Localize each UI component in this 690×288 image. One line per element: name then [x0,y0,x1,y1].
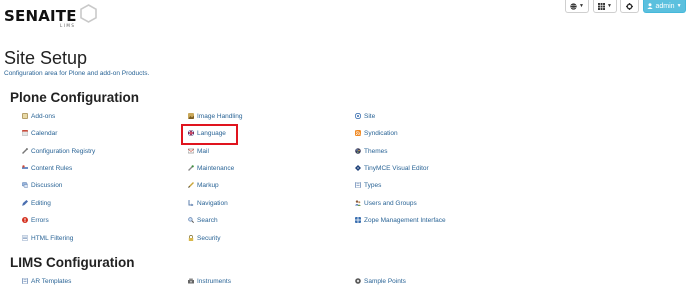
senaite-logo[interactable]: SENAITE LIMS [4,3,97,28]
control-panel-label: Add-ons [31,112,56,120]
control-panel-label: Sample Points [364,277,406,285]
control-panel-link-html-filtering[interactable]: HTML Filtering [22,233,73,243]
control-panel-link-image-handling[interactable]: Image Handling [188,111,243,121]
site-icon [355,113,361,119]
control-panel-label: Instruments [197,277,231,285]
search-icon [188,217,194,223]
chevron-down-icon: ▼ [579,3,584,9]
control-panel-label: TinyMCE Visual Editor [364,164,429,172]
control-panel-label: Image Handling [197,112,243,120]
control-panel-label: Navigation [197,199,228,207]
control-panel-link-search[interactable]: Search [188,215,218,225]
mail-icon [188,148,194,154]
user-menu-button[interactable]: admin ▼ [643,0,686,13]
instruments-icon [188,278,194,284]
top-bar: SENAITE LIMS ▼ ▼ admin ▼ [0,0,690,34]
settings-button[interactable] [620,0,639,13]
page-title: Site Setup [4,48,88,68]
section-title-plone: Plone Configuration [10,90,139,105]
addons-icon [22,113,28,119]
control-panel-label: Errors [31,216,49,224]
control-panel-link-discussion[interactable]: Discussion [22,180,62,190]
chevron-down-icon: ▼ [676,3,682,9]
hexagon-logo-icon [79,4,97,23]
control-panel-link-site[interactable]: Site [355,111,375,121]
control-panel-label: Types [364,181,382,189]
markup-icon [188,182,194,188]
control-panel-link-navigation[interactable]: Navigation [188,198,228,208]
types-icon [355,182,361,188]
themes-icon [355,148,361,154]
control-panel-label: HTML Filtering [31,234,74,242]
ar-templates-icon [22,278,28,284]
users-icon [355,200,361,206]
control-panel-link-editing[interactable]: Editing [22,198,51,208]
control-panel-label: Discussion [31,181,63,189]
control-panel-link-instruments[interactable]: Instruments [188,276,231,286]
control-panel-link-addons[interactable]: Add-ons [22,111,55,121]
language-menu-button[interactable]: ▼ [565,0,589,13]
control-panel-label: Search [197,216,218,224]
errors-icon [22,217,28,223]
control-panel-label: Calendar [31,129,58,137]
logo-subtext: LIMS [60,23,76,28]
highlight-box [181,124,238,145]
navigation-icon [188,200,194,206]
control-panel-link-mail[interactable]: Mail [188,146,209,156]
control-panel-link-calendar[interactable]: Calendar [22,128,57,138]
control-panel-link-markup[interactable]: Markup [188,180,219,190]
control-panel-label: Site [364,112,376,120]
control-panel-link-types[interactable]: Types [355,180,381,190]
control-panel-label: Editing [31,199,51,207]
page-description: Configuration area for Plone and add-on … [4,70,150,77]
control-panel-link-tinymce[interactable]: TinyMCE Visual Editor [355,163,429,173]
control-panel-label: AR Templates [31,277,72,285]
wrench-icon [22,148,28,154]
zope-icon [355,217,361,223]
user-icon [647,3,654,9]
sample-points-icon [355,278,361,284]
chevron-down-icon: ▼ [607,3,612,9]
control-panel-link-themes[interactable]: Themes [355,146,387,156]
control-panel-link-maintenance[interactable]: Maintenance [188,163,234,173]
maintenance-icon [188,165,194,171]
control-panel-link-content-rules[interactable]: Content Rules [22,163,72,173]
control-panel-link-security[interactable]: Security [188,233,220,243]
apps-menu-button[interactable]: ▼ [593,0,617,13]
section-title-lims: LIMS Configuration [10,255,135,270]
control-panel-label: Users and Groups [364,199,417,207]
image-icon [188,113,194,119]
control-panel-link-zope-management[interactable]: Zope Management Interface [355,215,446,225]
control-panel-label: Syndication [364,129,398,137]
editing-icon [22,200,28,206]
tinymce-icon [355,165,361,171]
control-panel-label: Maintenance [197,164,235,172]
html-filtering-icon [22,235,28,241]
control-panel-link-configuration-registry[interactable]: Configuration Registry [22,146,95,156]
control-panel-link-ar-templates[interactable]: AR Templates [22,276,71,286]
control-panel-link-sample-points[interactable]: Sample Points [355,276,406,286]
gear-icon [626,2,633,10]
control-panel-label: Security [197,234,221,242]
control-panel-link-errors[interactable]: Errors [22,215,49,225]
content-rules-icon [22,165,28,169]
rss-icon [355,130,361,136]
control-panel-label: Mail [197,147,209,155]
control-panel-label: Markup [197,181,219,189]
discussion-icon [22,182,28,188]
control-panel-link-syndication[interactable]: Syndication [355,128,398,138]
control-panel-link-users-groups[interactable]: Users and Groups [355,198,417,208]
grid-icon [598,2,606,10]
control-panel-label: Zope Management Interface [364,216,446,224]
user-name: admin [655,2,675,10]
lock-icon [188,235,194,241]
control-panel-label: Themes [364,147,388,155]
control-panel-label: Configuration Registry [31,147,96,155]
control-panel-label: Content Rules [31,164,73,172]
globe-icon [570,2,577,10]
calendar-icon [22,130,28,136]
